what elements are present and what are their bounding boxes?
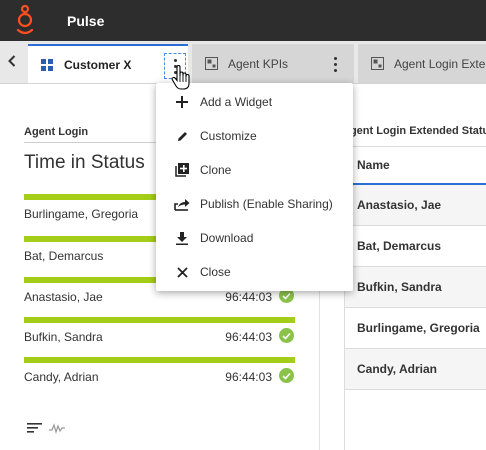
status-duration: 96:44:03 bbox=[225, 330, 272, 344]
tab-customer-x[interactable]: Customer X bbox=[28, 44, 188, 83]
agent-name: Bufkin, Sandra bbox=[24, 330, 103, 344]
tab-label: Agent Login Exte bbox=[394, 56, 486, 71]
agent-name: Candy, Adrian bbox=[24, 370, 99, 384]
widget-heading: Agent Login bbox=[24, 126, 89, 138]
share-icon bbox=[174, 196, 190, 212]
dashboard-tab-strip: Customer X Agent KPIs Agent Login Exte bbox=[0, 41, 486, 84]
dashboard-grid-icon bbox=[40, 58, 54, 72]
tab-label: Customer X bbox=[64, 57, 132, 72]
tab-label: Agent KPIs bbox=[228, 56, 289, 71]
plus-icon bbox=[174, 94, 190, 110]
top-app-bar: Pulse bbox=[0, 0, 486, 41]
tab-agent-login-extended[interactable]: Agent Login Exte bbox=[358, 44, 486, 83]
clone-icon bbox=[174, 162, 190, 178]
status-bar bbox=[24, 317, 295, 323]
check-circle-icon bbox=[279, 368, 294, 383]
tab-scroll-left-button[interactable] bbox=[0, 41, 24, 83]
table-row[interactable]: Burlingame, Gregoria bbox=[345, 308, 486, 349]
trend-view-icon[interactable] bbox=[49, 421, 65, 439]
table-row[interactable]: Bat, Demarcus bbox=[345, 226, 486, 267]
menu-item-label: Download bbox=[200, 231, 254, 245]
menu-item-customize[interactable]: Customize bbox=[156, 119, 353, 153]
agent-name: Bat, Demarcus bbox=[24, 249, 104, 263]
status-bar bbox=[24, 357, 295, 363]
app-title: Pulse bbox=[67, 13, 105, 29]
genesys-logo-icon[interactable] bbox=[13, 4, 37, 42]
menu-item-publish[interactable]: Publish (Enable Sharing) bbox=[156, 187, 353, 221]
hand-pointer-cursor-icon bbox=[171, 64, 193, 96]
close-icon bbox=[174, 264, 190, 280]
tab-agent-kpis[interactable]: Agent KPIs bbox=[192, 44, 354, 83]
chevron-left-icon bbox=[8, 54, 16, 71]
status-duration: 96:44:03 bbox=[225, 370, 272, 384]
table-row[interactable]: Bufkin, Sandra bbox=[345, 267, 486, 308]
dashboard-icon bbox=[370, 57, 384, 71]
agent-status-row: Candy, Adrian 96:44:03 bbox=[24, 357, 296, 389]
menu-item-label: Add a Widget bbox=[200, 95, 273, 109]
menu-item-download[interactable]: Download bbox=[156, 221, 353, 255]
agent-status-row: Bufkin, Sandra 96:44:03 bbox=[24, 317, 296, 349]
list-view-icon[interactable] bbox=[27, 421, 43, 439]
agent-name: Anastasio, Jae bbox=[24, 290, 103, 304]
table-row[interactable]: Anastasio, Jae bbox=[345, 185, 486, 226]
pencil-icon bbox=[174, 128, 190, 144]
dashboard-icon bbox=[204, 57, 218, 71]
table-row[interactable]: Candy, Adrian bbox=[345, 349, 486, 390]
status-duration: 96:44:03 bbox=[225, 290, 272, 304]
widget-heading: Agent Login Extended Status bbox=[342, 125, 486, 137]
download-icon bbox=[174, 230, 190, 246]
column-header-name[interactable]: Name bbox=[345, 147, 486, 185]
check-circle-icon bbox=[279, 328, 294, 343]
tab-options-button[interactable] bbox=[324, 51, 346, 77]
widget-title: Time in Status bbox=[24, 152, 145, 173]
agent-table: Name Anastasio, Jae Bat, Demarcus Bufkin… bbox=[344, 146, 486, 450]
menu-item-label: Publish (Enable Sharing) bbox=[200, 197, 333, 211]
menu-item-label: Close bbox=[200, 265, 231, 279]
menu-item-label: Clone bbox=[200, 163, 232, 177]
menu-item-close[interactable]: Close bbox=[156, 255, 353, 289]
agent-name: Burlingame, Gregoria bbox=[24, 207, 139, 221]
view-toggle bbox=[27, 421, 65, 439]
tab-options-menu: Add a Widget Customize Clone Publish (En… bbox=[156, 83, 353, 291]
menu-item-label: Customize bbox=[200, 129, 257, 143]
menu-item-clone[interactable]: Clone bbox=[156, 153, 353, 187]
